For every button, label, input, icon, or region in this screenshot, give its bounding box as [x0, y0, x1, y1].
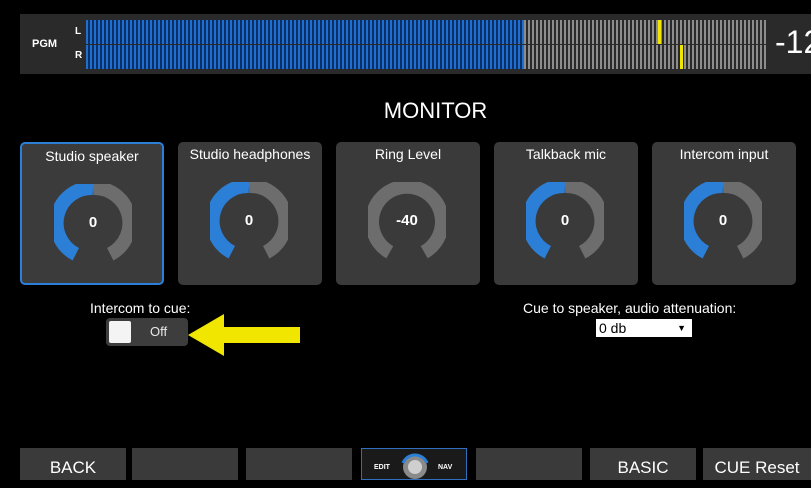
- meter-left-track: [86, 20, 766, 44]
- nav-label: NAV: [438, 464, 453, 471]
- chevron-down-icon: ▼: [677, 323, 686, 333]
- meter-right-track: [86, 45, 766, 69]
- meter-left-peak: [658, 20, 661, 44]
- empty-button-2[interactable]: [246, 448, 352, 480]
- intercom-to-cue-toggle[interactable]: Off: [106, 318, 188, 346]
- edit-label: EDIT: [374, 464, 390, 471]
- meter-right-channel-label: R: [75, 50, 83, 61]
- intercom-to-cue-label: Intercom to cue:: [90, 300, 191, 316]
- rotary-knob-icon[interactable]: 0: [679, 178, 767, 260]
- yellow-arrow-icon: [188, 314, 300, 356]
- basic-button[interactable]: BASIC: [590, 448, 696, 480]
- knob-label: Studio speaker: [45, 148, 139, 164]
- knob-card-studio-speaker[interactable]: Studio speaker 0: [20, 142, 164, 285]
- knob-label: Intercom input: [679, 146, 769, 162]
- rotary-knob-icon[interactable]: -40: [365, 179, 449, 260]
- knob-value: 0: [88, 214, 98, 231]
- knob-card-studio-headphones[interactable]: Studio headphones 0: [178, 142, 322, 285]
- rotary-knob-icon: [401, 453, 429, 479]
- rotary-knob-icon[interactable]: 0: [521, 178, 609, 260]
- cue-attenuation-value: 0 db: [599, 320, 627, 336]
- knob-value: 0: [718, 212, 728, 229]
- cue-reset-button[interactable]: CUE Reset: [703, 448, 811, 480]
- knob-label: Studio headphones: [189, 146, 311, 162]
- cue-attenuation-label: Cue to speaker, audio attenuation:: [523, 300, 737, 316]
- cue-attenuation-select[interactable]: 0 db ▼: [596, 319, 692, 337]
- knob-value: 0: [244, 212, 254, 229]
- meter-level-readout: -12: [775, 24, 811, 60]
- back-button[interactable]: BACK: [20, 448, 126, 480]
- meter-program-label: PGM: [32, 38, 58, 50]
- empty-button-1[interactable]: [132, 448, 238, 480]
- audio-level-meter: PGM L R -12: [20, 14, 811, 74]
- toggle-thumb[interactable]: [109, 321, 131, 343]
- edit-nav-toggle[interactable]: EDIT NAV: [361, 448, 467, 480]
- knob-label: Talkback mic: [525, 146, 607, 162]
- knob-value: -40: [396, 212, 418, 229]
- toggle-state-text: Off: [150, 324, 168, 339]
- knob-value: 0: [560, 212, 570, 229]
- page-title: MONITOR: [383, 98, 488, 123]
- rotary-knob-icon[interactable]: 0: [205, 178, 293, 260]
- knob-card-intercom-input[interactable]: Intercom input 0: [652, 142, 796, 285]
- meter-right-peak: [680, 45, 683, 69]
- meter-left-channel-label: L: [75, 26, 82, 37]
- knob-card-talkback-mic[interactable]: Talkback mic 0: [494, 142, 638, 285]
- knob-card-ring-level[interactable]: Ring Level -40: [336, 142, 480, 285]
- knob-label: Ring Level: [374, 146, 442, 162]
- empty-button-3[interactable]: [476, 448, 582, 480]
- rotary-knob-icon[interactable]: 0: [49, 180, 137, 262]
